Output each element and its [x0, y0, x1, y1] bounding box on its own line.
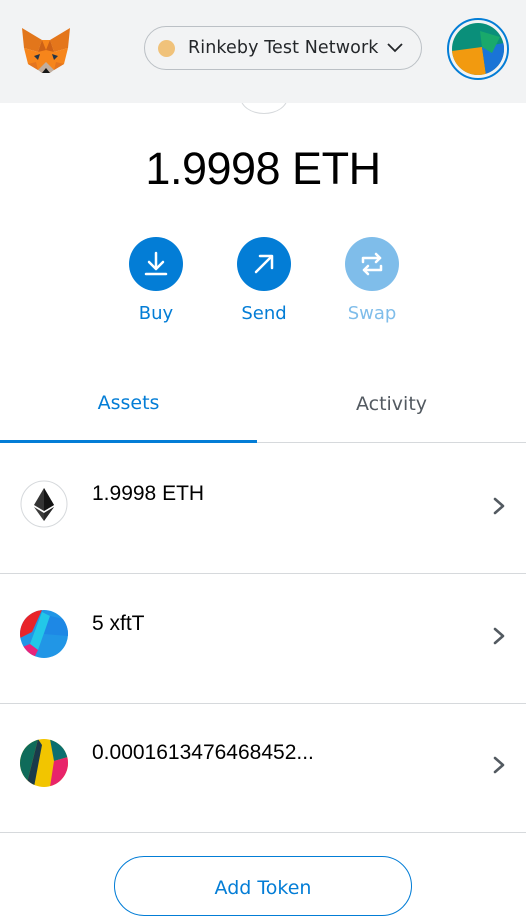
- account-identicon: [452, 23, 504, 75]
- network-status-dot: [158, 39, 175, 57]
- swap-icon: [361, 252, 383, 276]
- asset-balance: 1.9998 ETH: [92, 482, 205, 505]
- account-balance: 1.9998 ETH: [145, 143, 381, 194]
- token-identicon: [20, 610, 68, 658]
- asset-list-item[interactable]: 0.0001613476468452...: [0, 703, 526, 833]
- asset-list-item[interactable]: 1.9998 ETH: [0, 444, 526, 574]
- buy-button[interactable]: Buy: [116, 237, 196, 324]
- network-name: Rinkeby Test Network: [188, 38, 379, 58]
- chevron-right-icon: [493, 627, 505, 645]
- asset-balance: 0.0001613476468452...: [92, 741, 314, 764]
- chevron-down-icon: [387, 43, 403, 53]
- chevron-right-icon: [493, 497, 505, 515]
- chevron-right-icon: [493, 756, 505, 774]
- network-selector[interactable]: Rinkeby Test Network: [144, 26, 422, 70]
- asset-balance: 5 xftT: [92, 612, 145, 635]
- metamask-fox-icon[interactable]: [20, 26, 72, 74]
- add-token-button[interactable]: Add Token: [114, 856, 412, 916]
- send-label: Send: [241, 303, 287, 324]
- tab-activity[interactable]: Activity: [263, 366, 520, 442]
- download-icon: [144, 251, 168, 276]
- swap-button[interactable]: Swap: [332, 237, 412, 324]
- buy-label: Buy: [138, 303, 174, 324]
- asset-list-item[interactable]: 5 xftT: [0, 574, 526, 704]
- send-button[interactable]: Send: [224, 237, 304, 324]
- app-header: Rinkeby Test Network: [0, 0, 526, 103]
- token-identicon: [20, 739, 68, 787]
- arrow-up-right-icon: [254, 254, 274, 274]
- tab-assets[interactable]: Assets: [0, 366, 257, 443]
- wallet-tabs: Assets Activity: [0, 366, 526, 443]
- account-avatar[interactable]: [447, 18, 509, 80]
- ethereum-icon: [20, 480, 68, 528]
- swap-label: Swap: [347, 303, 397, 324]
